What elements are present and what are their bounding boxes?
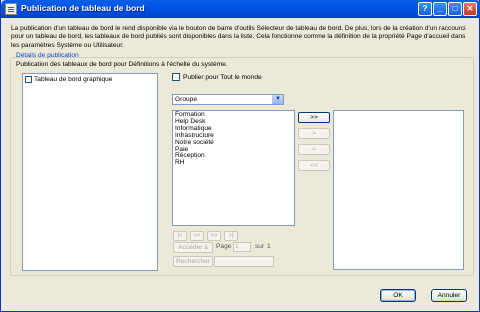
group-type-select[interactable]: Groupe ▼: [172, 94, 284, 105]
of-label: sur: [255, 243, 265, 250]
list-item[interactable]: Notre société: [175, 139, 292, 147]
publish-all-option[interactable]: Publier pour Tout le monde: [172, 73, 262, 81]
last-page-button[interactable]: >|: [224, 231, 238, 241]
list-item[interactable]: Réception: [175, 153, 292, 160]
details-subtitle: Publication des tableaux de bord pour Dé…: [16, 61, 228, 68]
add-all-button[interactable]: >>: [298, 112, 330, 123]
goto-page-button[interactable]: Accéder à: [173, 242, 213, 253]
dashboard-tree[interactable]: Tableau de bord graphique: [22, 73, 158, 271]
page-number-input[interactable]: 1: [233, 242, 251, 252]
page-label: Page: [216, 243, 232, 250]
add-button[interactable]: >: [298, 128, 330, 139]
search-input[interactable]: [214, 256, 274, 267]
selected-groups-list[interactable]: [333, 110, 464, 270]
publish-all-label: Publier pour Tout le monde: [183, 73, 262, 81]
publish-all-checkbox[interactable]: [172, 73, 180, 81]
dialog-window: Publication de tableau de bord ? _ □ ✕ L…: [0, 0, 480, 312]
minimize-button[interactable]: _: [433, 2, 447, 16]
available-groups-list[interactable]: Formation Help Desk Informatique Infrast…: [172, 110, 295, 226]
close-button[interactable]: ✕: [463, 2, 477, 16]
total-pages: 1: [267, 243, 271, 250]
help-button[interactable]: ?: [418, 2, 432, 16]
description-text: La publication d'un tableau de bord le r…: [11, 25, 466, 49]
remove-all-button[interactable]: <<: [298, 160, 330, 171]
window-title: Publication de tableau de bord: [21, 3, 145, 13]
group-type-value: Groupe: [175, 96, 197, 103]
search-button[interactable]: Rechercher: [173, 256, 213, 267]
chevron-down-icon[interactable]: ▼: [272, 95, 283, 104]
window-icon: [5, 3, 17, 15]
first-page-button[interactable]: |<: [173, 231, 187, 241]
remove-button[interactable]: <: [298, 144, 330, 155]
title-bar[interactable]: Publication de tableau de bord ? _ □ ✕: [1, 0, 480, 18]
tree-item-checkbox[interactable]: [25, 76, 32, 83]
list-item[interactable]: RH: [175, 159, 292, 167]
next-page-button[interactable]: >>: [207, 231, 221, 241]
ok-button[interactable]: OK: [380, 289, 416, 302]
maximize-button[interactable]: □: [448, 2, 462, 16]
prev-page-button[interactable]: <<: [190, 231, 204, 241]
cancel-button[interactable]: Annuler: [431, 289, 467, 302]
details-group-label: Détails de publication: [16, 52, 79, 59]
tree-item-label: Tableau de bord graphique: [34, 76, 113, 83]
tree-item-dashboard[interactable]: Tableau de bord graphique: [25, 76, 112, 83]
